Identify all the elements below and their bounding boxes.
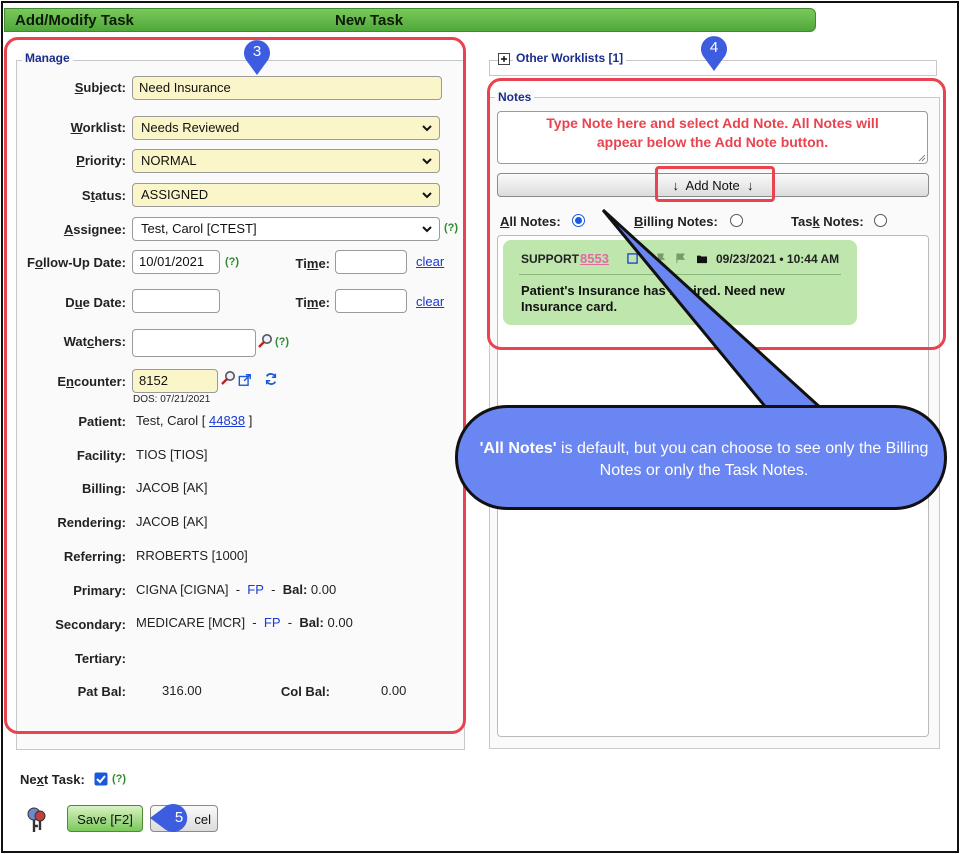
save-button[interactable]: Save [F2]	[67, 805, 143, 832]
next-task-help[interactable]: (?)	[112, 773, 126, 785]
next-task-label: Next Task:	[20, 772, 85, 787]
callout-bubble: 'All Notes' is default, but you can choo…	[455, 405, 947, 510]
marker-5: 5	[148, 802, 198, 834]
keys-icon[interactable]	[25, 806, 49, 834]
marker-3: 3	[242, 38, 272, 76]
callout-text: 'All Notes' is default, but you can choo…	[479, 440, 929, 479]
marker-4: 4	[699, 34, 729, 72]
next-task-checkbox[interactable]	[94, 772, 108, 786]
